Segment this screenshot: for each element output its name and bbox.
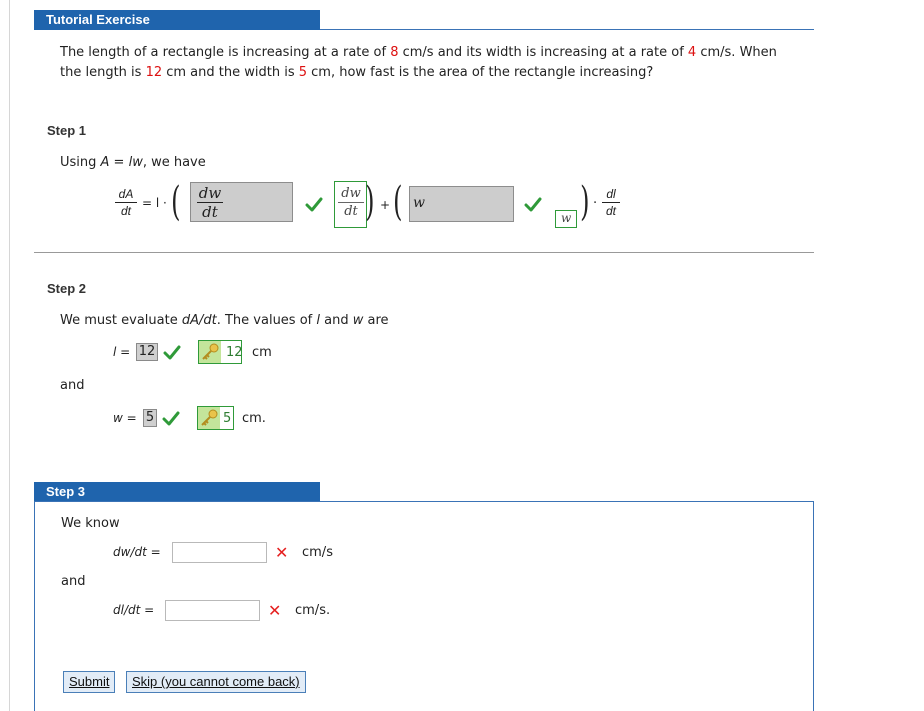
- and-label: and: [60, 378, 85, 393]
- close-paren: ): [365, 179, 375, 225]
- var-w: w: [352, 313, 364, 328]
- w-answer-input[interactable]: 5: [143, 409, 157, 427]
- answer2-value: w: [413, 195, 425, 211]
- step2-intro-text: are: [363, 313, 389, 328]
- step2-intro: We must evaluate dA/dt. The values of l …: [60, 313, 389, 328]
- wrong-icon: ✕: [268, 601, 282, 620]
- equals-sign: =: [146, 545, 161, 559]
- answer1-fraction: dw dt: [197, 185, 223, 220]
- fraction-bar: [338, 202, 364, 203]
- step2-intro-text: . The values of: [216, 313, 317, 328]
- area-formula: A = lw: [100, 155, 143, 170]
- key-icon: [199, 341, 221, 363]
- given-length: 12: [145, 65, 163, 80]
- check-icon: [163, 345, 181, 360]
- problem-text: The length of a rectangle is increasing …: [60, 45, 391, 60]
- plus-sign: +: [380, 198, 391, 212]
- l-answer-input[interactable]: 12: [136, 343, 158, 361]
- step1-intro-text: Using: [60, 155, 101, 170]
- dw-dt-label: dw/dt =: [113, 545, 161, 559]
- l-correct-value: 12: [226, 345, 243, 360]
- open-paren: (: [171, 179, 181, 225]
- dl-dt-fraction: dl dt: [602, 187, 620, 218]
- check-icon: [524, 197, 542, 212]
- fraction-bar: [115, 202, 137, 203]
- tutorial-title: Tutorial Exercise: [46, 12, 150, 27]
- w-correct-value: 5: [223, 411, 232, 426]
- submit-button[interactable]: Submit: [63, 671, 116, 693]
- problem-text: cm/s. When: [696, 45, 777, 60]
- w-equals: w =: [113, 411, 137, 425]
- equals-sign: =: [140, 603, 155, 617]
- l-unit: cm: [252, 345, 272, 360]
- open-paren: (: [393, 179, 403, 225]
- var-w: w: [113, 411, 123, 425]
- header-rule: [320, 29, 814, 30]
- fraction-bar: [602, 202, 620, 203]
- step2-intro-text: and: [320, 313, 353, 328]
- correct1-fraction: dw dt: [338, 186, 364, 219]
- problem-line-2: the length is 12 cm and the width is 5 c…: [60, 65, 653, 80]
- key-icon: [198, 407, 220, 429]
- fraction-denominator: dt: [605, 204, 616, 218]
- w-unit: cm.: [242, 411, 266, 426]
- step1-intro: Using A = lw, we have: [60, 155, 206, 170]
- dw-dt-expr: dw/dt: [113, 545, 147, 559]
- problem-text: cm and the width is: [162, 65, 299, 80]
- fraction-denominator: dt: [344, 204, 358, 219]
- correct2-value: w: [561, 211, 572, 225]
- left-border: [9, 0, 10, 711]
- l-equals: l =: [113, 345, 130, 359]
- close-paren: ): [580, 179, 590, 225]
- equals-sign: =: [116, 345, 131, 359]
- step1-label: Step 1: [47, 123, 87, 138]
- dA-dt-expr: dA/dt: [181, 313, 217, 328]
- given-width: 5: [298, 65, 308, 80]
- problem-text: cm, how fast is the area of the rectangl…: [307, 65, 654, 80]
- problem-line-1: The length of a rectangle is increasing …: [60, 45, 777, 60]
- check-icon: [162, 411, 180, 426]
- wrong-icon: ✕: [275, 543, 289, 562]
- and-label: and: [61, 574, 86, 589]
- step-divider: [34, 252, 814, 253]
- multiply-dot: ·: [593, 196, 598, 211]
- step1-intro-text: , we have: [142, 155, 206, 170]
- tutorial-header: Tutorial Exercise: [34, 10, 320, 30]
- check-icon: [305, 197, 323, 212]
- dw-dt-unit: cm/s: [302, 545, 333, 560]
- skip-button[interactable]: Skip (you cannot come back): [126, 671, 306, 693]
- equals-sign: =: [122, 411, 137, 425]
- dl-dt-label: dl/dt =: [113, 603, 154, 617]
- step3-header: Step 3: [34, 482, 320, 502]
- correct-answer1-box: dw dt: [334, 181, 367, 228]
- fraction-denominator: dt: [120, 204, 131, 218]
- dA-dt-fraction: dA dt: [115, 187, 137, 218]
- w-correct-answer: 5: [197, 406, 234, 430]
- step2-label: Step 2: [47, 281, 87, 296]
- fraction-numerator: dA: [118, 187, 134, 201]
- dl-dt-input[interactable]: [165, 600, 260, 621]
- problem-text: cm/s and its width is increasing at a ra…: [398, 45, 688, 60]
- fraction-numerator: dw: [198, 184, 222, 202]
- dl-dt-unit: cm/s.: [295, 603, 331, 618]
- step2-intro-text: We must evaluate: [60, 313, 182, 328]
- fraction-numerator: dl: [606, 187, 616, 201]
- fraction-numerator: dw: [341, 186, 361, 201]
- step3-label: Step 3: [46, 484, 86, 499]
- dl-dt-expr: dl/dt: [113, 603, 141, 617]
- dw-dt-input[interactable]: [172, 542, 267, 563]
- equals-l-dot: = l ·: [142, 196, 167, 210]
- fraction-denominator: dt: [202, 203, 218, 221]
- l-correct-answer: 12: [198, 340, 243, 364]
- step3-intro: We know: [61, 516, 120, 531]
- answer1-input[interactable]: dw dt: [190, 182, 293, 222]
- answer2-input[interactable]: w: [409, 186, 514, 222]
- problem-text: the length is: [60, 65, 146, 80]
- rate-width: 4: [687, 45, 697, 60]
- correct-answer2-box: w: [555, 210, 577, 228]
